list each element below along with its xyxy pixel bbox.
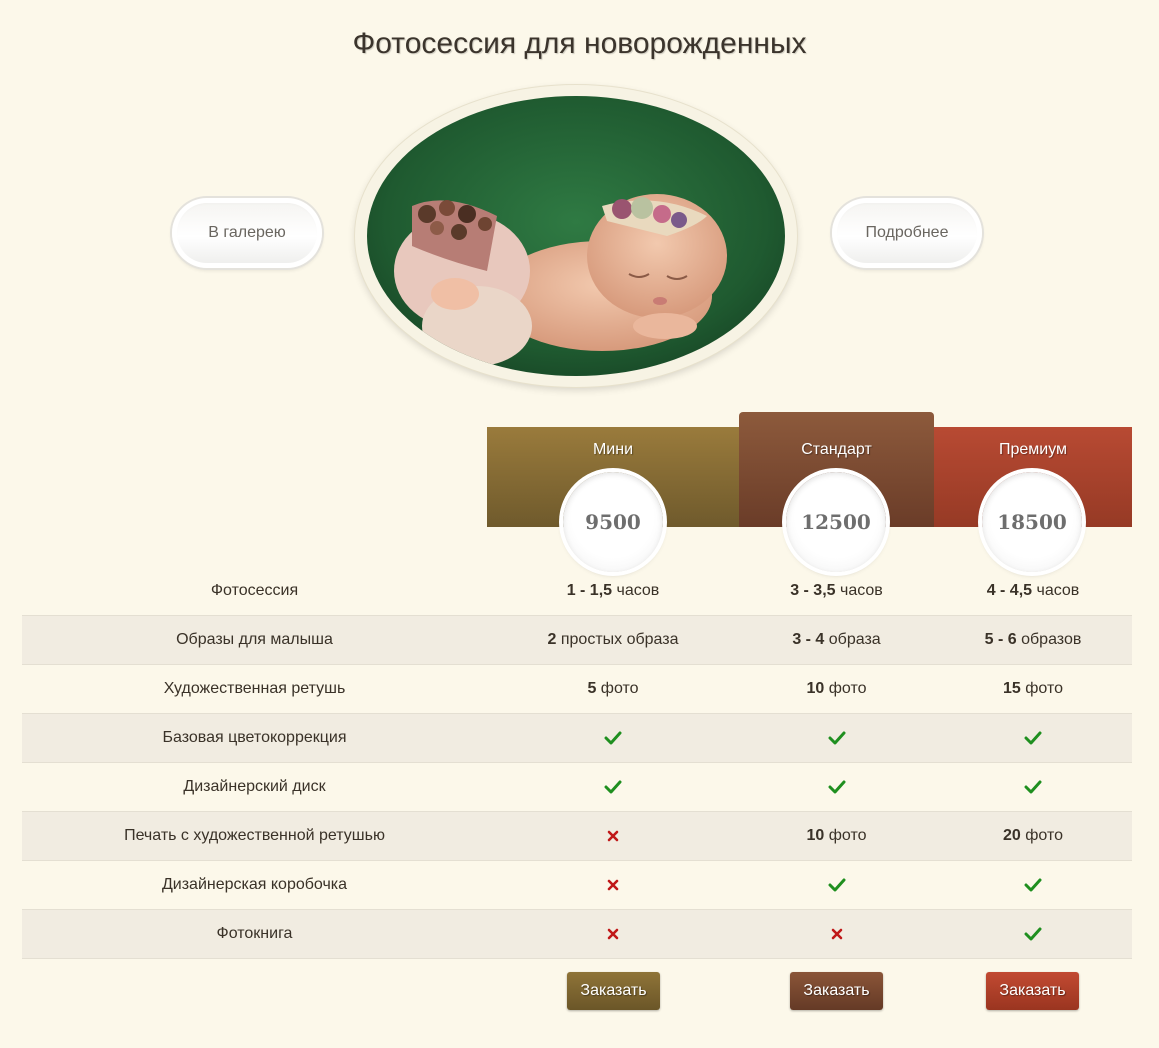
feature-value-standard: 3 - 3,5 часов — [739, 567, 934, 615]
value-amount: 10 — [806, 680, 825, 697]
check-icon — [1024, 731, 1042, 745]
feature-label: Фотокнига — [216, 925, 293, 942]
feature-value-standard: 10 фото — [739, 665, 934, 713]
feature-value-standard: 10 фото — [739, 812, 934, 860]
feature-value-premium — [934, 763, 1132, 811]
check-icon — [828, 878, 845, 892]
cross-icon — [607, 830, 619, 842]
feature-value-mini: 1 - 1,5 часов — [487, 567, 739, 615]
value-unit: фото — [1020, 827, 1063, 844]
feature-value-mini — [487, 812, 739, 860]
feature-label: Фотосессия — [210, 582, 299, 599]
check-icon — [1024, 878, 1042, 892]
feature-value-standard — [739, 763, 934, 811]
feature-label: Дизайнерская коробочка — [161, 876, 348, 893]
feature-label: Образы для малыша — [176, 631, 333, 648]
feature-value-standard: 3 - 4 образа — [739, 616, 934, 664]
value-unit: фото — [824, 680, 867, 697]
table-row: Образы для малыша 2 простых образа 3 - 4 о… — [22, 616, 1132, 665]
cross-icon — [607, 928, 619, 940]
feature-value-premium: 20 фото — [934, 812, 1132, 860]
value-amount: 3 - 4 — [792, 631, 825, 648]
feature-label: Дизайнерский диск — [183, 778, 326, 795]
feature-value-premium: 5 - 6 образов — [934, 616, 1132, 664]
plan-name: Мини — [592, 441, 634, 458]
value-unit: простых образа — [556, 631, 679, 648]
order-button-mini[interactable]: Заказать — [567, 972, 660, 1010]
page-title: Фотосессия для новорожденных — [352, 27, 807, 60]
table-row: Дизайнерский диск — [22, 763, 1132, 812]
cross-icon — [831, 928, 842, 940]
table-row: Фотосессия 1 - 1,5 часов 3 - 3,5 часов 4 - … — [22, 567, 1132, 616]
feature-value-mini — [487, 714, 739, 762]
feature-label: Художественная ретушь — [163, 680, 346, 697]
newborn-photo-frame — [355, 85, 797, 387]
table-row: Художественная ретушь 5 фото 10 фото 15 фот… — [22, 665, 1132, 714]
value-amount: 1 - 1,5 — [566, 582, 613, 599]
value-unit: часов — [612, 582, 660, 599]
value-unit: часов — [835, 582, 883, 599]
feature-value-mini — [487, 763, 739, 811]
value-unit: образа — [824, 631, 881, 648]
feature-value-mini: 2 простых образа — [487, 616, 739, 664]
check-icon — [1024, 780, 1042, 794]
value-amount: 15 — [1003, 680, 1021, 697]
value-unit: образов — [1016, 631, 1082, 648]
table-row: Базовая цветокоррекция — [22, 714, 1132, 763]
price-standard: 12500 — [786, 472, 886, 572]
price-mini: 9500 — [563, 472, 663, 572]
check-icon — [604, 731, 622, 745]
feature-value-mini — [487, 910, 739, 958]
value-amount: 5 — [587, 680, 597, 697]
feature-value-premium: 4 - 4,5 часов — [934, 567, 1132, 615]
plan-name: Стандарт — [801, 441, 872, 458]
value-amount: 5 - 6 — [984, 631, 1017, 648]
value-unit: фото — [1020, 680, 1063, 697]
newborn-photo — [367, 96, 785, 376]
feature-label: Печать с художественной ретушью — [124, 827, 385, 844]
gallery-button[interactable]: В галерею — [172, 198, 322, 268]
value-amount: 3 - 3,5 — [790, 582, 836, 599]
feature-value-mini: 5 фото — [487, 665, 739, 713]
feature-label: Базовая цветокоррекция — [162, 729, 347, 746]
value-unit: фото — [596, 680, 639, 697]
feature-value-premium — [934, 861, 1132, 909]
value-amount: 20 — [1003, 827, 1021, 844]
feature-value-standard — [739, 910, 934, 958]
table-row: Фотокнига — [22, 910, 1132, 959]
feature-value-premium — [934, 714, 1132, 762]
feature-value-premium: 15 фото — [934, 665, 1132, 713]
value-amount: 10 — [806, 827, 825, 844]
order-button-standard[interactable]: Заказать — [790, 972, 883, 1010]
value-unit: фото — [824, 827, 867, 844]
features-table: Фотосессия 1 - 1,5 часов 3 - 3,5 часов 4 - … — [22, 567, 1132, 959]
plan-name: Премиум — [998, 441, 1068, 458]
table-row: Печать с художественной ретушью 10 фото 20… — [22, 812, 1132, 861]
value-unit: часов — [1032, 582, 1080, 599]
feature-value-mini — [487, 861, 739, 909]
table-row: Дизайнерская коробочка — [22, 861, 1132, 910]
feature-value-standard — [739, 861, 934, 909]
check-icon — [828, 780, 845, 794]
check-icon — [604, 780, 622, 794]
price-premium: 18500 — [982, 472, 1082, 572]
value-amount: 4 - 4,5 — [986, 582, 1033, 599]
feature-value-standard — [739, 714, 934, 762]
cross-icon — [607, 879, 619, 891]
order-button-premium[interactable]: Заказать — [986, 972, 1079, 1010]
check-icon — [1024, 927, 1042, 941]
more-button[interactable]: Подробнее — [832, 198, 982, 268]
check-icon — [828, 731, 845, 745]
feature-value-premium — [934, 910, 1132, 958]
